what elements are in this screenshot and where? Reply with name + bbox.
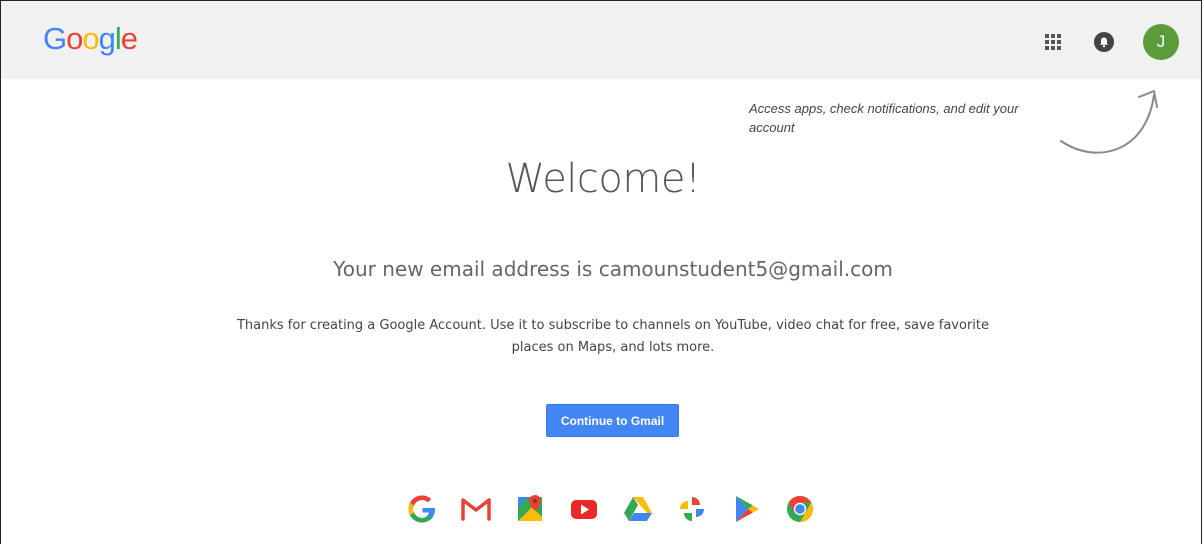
new-email-message: Your new email address is camounstudent5… [333,257,893,281]
page-frame: Google J Access apps, check notification… [0,0,1202,544]
chrome-icon[interactable] [783,492,817,526]
logo-letter: g [98,21,116,56]
google-icon[interactable] [405,492,439,526]
photos-icon[interactable] [675,492,709,526]
top-bar: Google J [1,1,1201,79]
logo-letter: G [43,21,67,56]
play-store-icon[interactable] [729,492,763,526]
gmail-icon[interactable] [459,492,493,526]
account-avatar[interactable]: J [1143,24,1179,60]
google-apps-row [405,492,825,532]
apps-grid-icon[interactable] [1045,34,1061,50]
hint-arrow-icon [1060,90,1158,154]
google-logo[interactable]: Google [43,21,138,57]
account-description: Thanks for creating a Google Account. Us… [236,318,990,355]
maps-icon[interactable] [513,492,547,526]
logo-letter: o [82,21,99,56]
onboarding-hint: Access apps, check notifications, and ed… [749,101,1019,135]
logo-letter: e [120,21,138,56]
notifications-bell-icon[interactable] [1094,32,1114,52]
drive-icon[interactable] [621,492,655,526]
youtube-icon[interactable] [567,492,601,526]
welcome-heading: Welcome! [505,156,701,202]
continue-to-gmail-button[interactable]: Continue to Gmail [546,404,679,437]
logo-letter: o [66,21,83,56]
